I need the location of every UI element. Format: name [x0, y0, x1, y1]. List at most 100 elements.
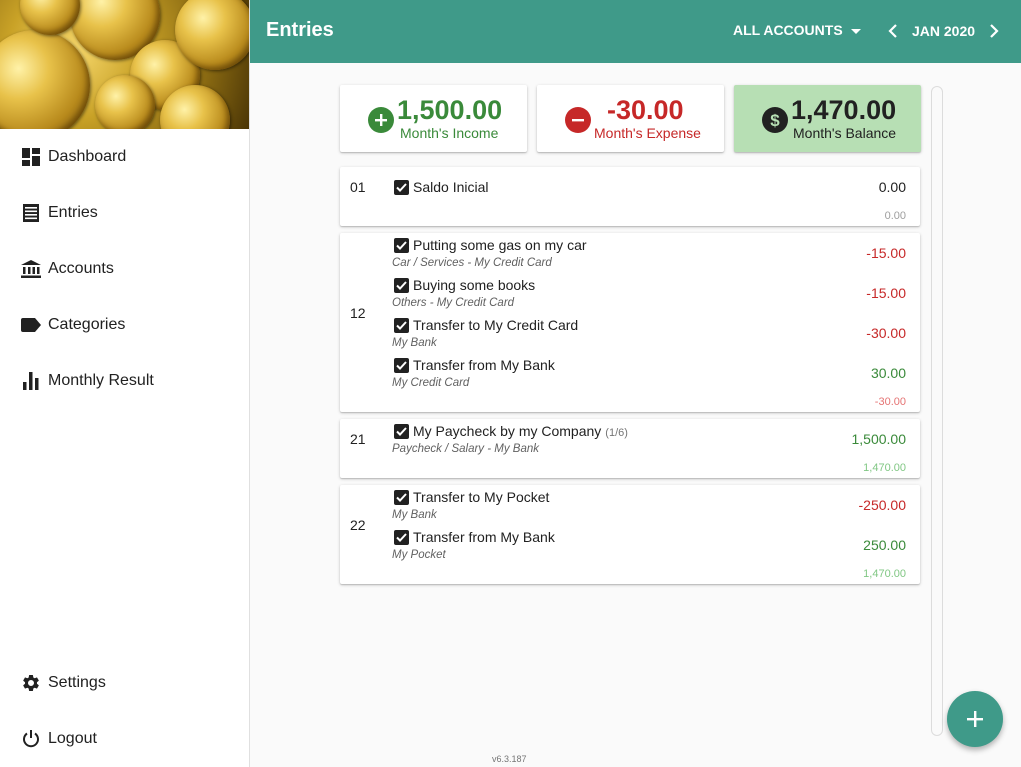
entry-description-text: My Paycheck by my Company	[413, 423, 602, 439]
day-balance: 1,470.00	[863, 462, 906, 474]
check-icon	[396, 533, 407, 542]
label-icon	[20, 314, 42, 336]
page-title: Entries	[266, 19, 334, 41]
current-month: JAN 2020	[912, 23, 976, 39]
entry-amount: -30.00	[866, 325, 906, 341]
entry-description: Transfer to My Pocket	[413, 489, 550, 505]
accounts-filter-dropdown[interactable]: ALL ACCOUNTS	[733, 22, 861, 38]
checked-checkbox[interactable]	[394, 238, 409, 253]
settings-label: Settings	[48, 674, 106, 691]
day-number: 22	[350, 517, 366, 533]
expense-amount: -30.00	[607, 95, 684, 125]
day-balance: -30.00	[874, 396, 906, 408]
day-number: 21	[350, 431, 366, 447]
entry-amount: -250.00	[858, 497, 906, 513]
income-label: Month's Income	[400, 125, 499, 141]
sidebar-item-logout[interactable]: Logout	[0, 719, 249, 759]
entry-description: Transfer from My Bank	[413, 357, 555, 373]
sidebar-item-label: Categories	[48, 316, 126, 333]
check-icon	[396, 281, 407, 290]
scrollbar[interactable]	[931, 86, 943, 736]
chevron-right-icon	[990, 24, 999, 38]
check-icon	[396, 241, 407, 250]
chevron-left-icon	[888, 24, 897, 38]
check-icon	[396, 361, 407, 370]
add-entry-button[interactable]	[947, 691, 1003, 747]
installment-counter: (1/6)	[605, 427, 628, 439]
entry-description: Putting some gas on my car	[413, 237, 587, 253]
income-amount: 1,500.00	[397, 95, 503, 125]
expense-card: -30.00 Month's Expense	[537, 85, 724, 152]
next-month-button[interactable]	[983, 20, 1005, 42]
plus-circle-icon	[368, 107, 394, 133]
entry-row[interactable]: Transfer from My Bank My Pocket 250.00	[392, 527, 906, 567]
svg-text:$: $	[770, 111, 780, 129]
checked-checkbox[interactable]	[394, 358, 409, 373]
day-group: 12 Putting some gas on my car Car / Serv…	[340, 233, 920, 412]
entry-amount: 1,500.00	[851, 431, 907, 447]
entry-amount: -15.00	[866, 245, 906, 261]
entry-details: Paycheck / Salary - My Bank	[392, 443, 539, 455]
entry-row[interactable]: Saldo Inicial 0.00	[392, 177, 906, 217]
entry-row[interactable]: Transfer to My Credit Card My Bank -30.0…	[392, 315, 906, 355]
sidebar-item-categories[interactable]: Categories	[0, 305, 249, 345]
logout-label: Logout	[48, 730, 97, 747]
checked-checkbox[interactable]	[394, 180, 409, 195]
day-group: 01 Saldo Inicial 0.00 0.00	[340, 167, 920, 226]
day-number: 01	[350, 179, 366, 195]
day-balance: 0.00	[884, 210, 906, 222]
bank-icon	[20, 258, 42, 280]
entry-row[interactable]: Buying some books Others - My Credit Car…	[392, 275, 906, 315]
entry-description: Buying some books	[413, 277, 536, 293]
entry-row[interactable]: Transfer from My Bank My Credit Card 30.…	[392, 355, 906, 395]
checked-checkbox[interactable]	[394, 530, 409, 545]
sidebar: Dashboard Entries Accounts Categories Mo…	[0, 0, 250, 767]
entry-amount: 30.00	[870, 365, 906, 381]
entries-icon	[20, 202, 42, 224]
sidebar-item-label: Entries	[48, 204, 98, 221]
app-version: v6.3.187	[492, 754, 527, 764]
check-icon	[396, 321, 407, 330]
dollar-circle-icon: $	[762, 107, 788, 133]
entry-description: Saldo Inicial	[413, 179, 489, 195]
checked-checkbox[interactable]	[394, 424, 409, 439]
sidebar-item-settings[interactable]: Settings	[0, 663, 249, 703]
sidebar-item-entries[interactable]: Entries	[0, 193, 249, 233]
accounts-filter-label: ALL ACCOUNTS	[733, 22, 843, 38]
entry-details: Others - My Credit Card	[392, 297, 515, 309]
sidebar-item-label: Monthly Result	[48, 372, 154, 389]
minus-circle-icon	[565, 107, 591, 133]
entry-details: My Credit Card	[392, 377, 470, 389]
day-balance: 1,470.00	[863, 568, 906, 580]
sidebar-item-label: Accounts	[48, 260, 114, 277]
month-navigator: JAN 2020	[882, 20, 1005, 42]
check-icon	[396, 493, 407, 502]
entry-row[interactable]: Putting some gas on my car Car / Service…	[392, 235, 906, 275]
expense-label: Month's Expense	[594, 125, 701, 141]
entry-amount: 250.00	[863, 537, 906, 553]
sidebar-item-monthly-result[interactable]: Monthly Result	[0, 361, 249, 401]
gold-coins-banner-image	[0, 0, 249, 129]
checked-checkbox[interactable]	[394, 278, 409, 293]
previous-month-button[interactable]	[882, 20, 904, 42]
checked-checkbox[interactable]	[394, 318, 409, 333]
entry-row[interactable]: Transfer to My Pocket My Bank -250.00	[392, 487, 906, 527]
entry-description: My Paycheck by my Company (1/6)	[413, 423, 628, 439]
checked-checkbox[interactable]	[394, 490, 409, 505]
sidebar-item-accounts[interactable]: Accounts	[0, 249, 249, 289]
entry-details: Car / Services - My Credit Card	[392, 257, 552, 269]
bar-chart-icon	[20, 370, 42, 392]
day-group: 22 Transfer to My Pocket My Bank -250.00…	[340, 485, 920, 584]
entry-description: Transfer to My Credit Card	[413, 317, 579, 333]
app-bar: Entries ALL ACCOUNTS JAN 2020	[250, 0, 1021, 63]
entry-row[interactable]: My Paycheck by my Company (1/6) Paycheck …	[392, 421, 906, 461]
balance-card: $ 1,470.00 Month's Balance	[734, 85, 921, 152]
gear-icon	[20, 672, 42, 694]
entry-description: Transfer from My Bank	[413, 529, 555, 545]
sidebar-item-dashboard[interactable]: Dashboard	[0, 137, 249, 177]
balance-amount: 1,470.00	[791, 95, 897, 125]
entry-details: My Bank	[392, 337, 437, 349]
plus-icon	[967, 711, 983, 727]
check-icon	[396, 427, 407, 436]
power-icon	[20, 728, 42, 750]
